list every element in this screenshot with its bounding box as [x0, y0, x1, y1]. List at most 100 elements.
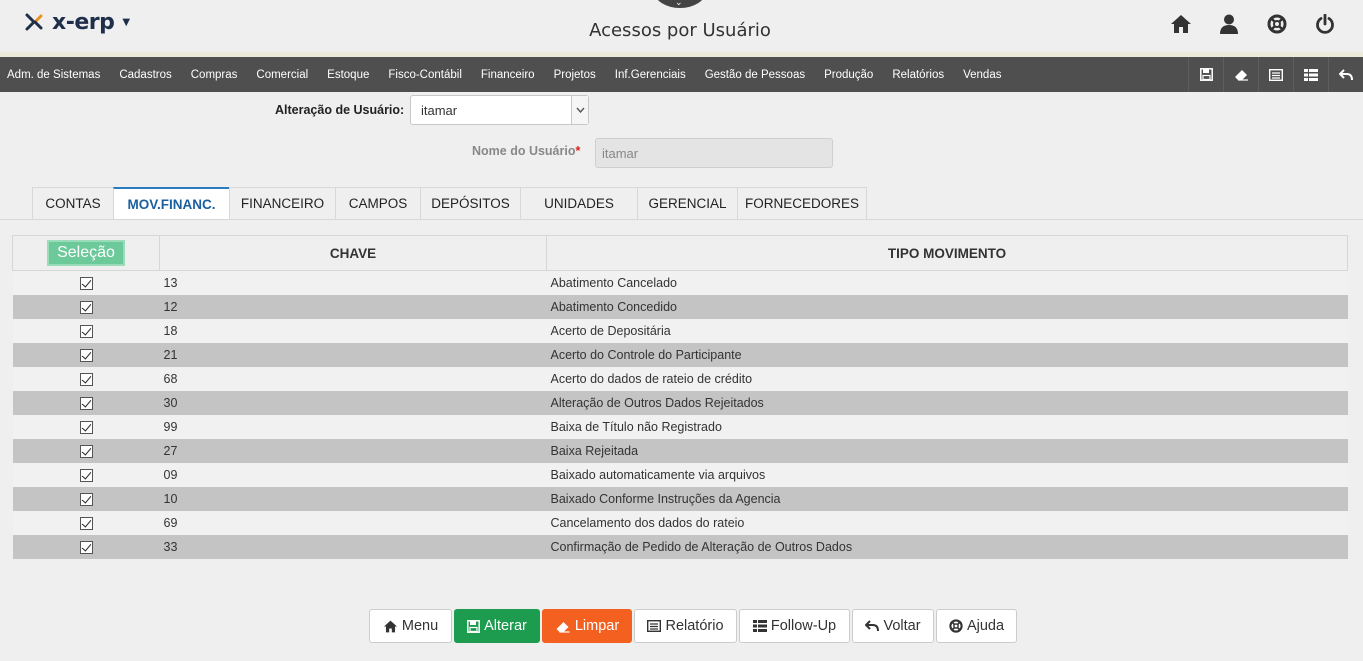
menu-button[interactable]: Menu	[369, 609, 452, 643]
cell-chave: 18	[159, 318, 547, 343]
row-checkbox[interactable]	[79, 492, 93, 506]
tab-unidades[interactable]: UNIDADES	[520, 187, 638, 219]
cell-chave: 69	[159, 510, 547, 535]
cell-chave: 21	[159, 342, 547, 367]
tab-depositos[interactable]: DEPÓSITOS	[420, 187, 521, 219]
row-checkbox[interactable]	[79, 348, 93, 362]
back-icon	[865, 620, 880, 632]
table-row[interactable]: 33 Confirmação de Pedido de Alteração de …	[12, 534, 1348, 559]
menu-item-adm-de-sistemas[interactable]: Adm. de Sistemas	[7, 69, 100, 81]
chevron-down-icon[interactable]: ▼	[122, 17, 130, 28]
cell-chave: 33	[159, 534, 547, 559]
cell-tipo-movimento: Cancelamento dos dados do rateio	[546, 510, 1348, 535]
cell-tipo-movimento: Abatimento Concedido	[546, 294, 1348, 319]
tab-mov-financ[interactable]: MOV.FINANC.	[113, 187, 230, 220]
table-row[interactable]: 09 Baixado automaticamente via arquivos	[12, 462, 1348, 487]
grid-icon[interactable]	[1293, 57, 1328, 92]
row-checkbox[interactable]	[79, 468, 93, 482]
relatorio-button[interactable]: Relatório	[634, 609, 737, 643]
table-row[interactable]: 13 Abatimento Cancelado	[12, 270, 1348, 295]
tab-gerencial[interactable]: GERENCIAL	[637, 187, 738, 219]
cell-chave: 99	[159, 414, 547, 439]
row-select-cell	[12, 462, 160, 487]
eraser-icon[interactable]	[1223, 57, 1258, 92]
table-row[interactable]: 99 Baixa de Título não Registrado	[12, 414, 1348, 439]
followup-button[interactable]: Follow-Up	[739, 609, 850, 643]
row-checkbox[interactable]	[79, 444, 93, 458]
column-header-tipo-movimento[interactable]: TIPO MOVIMENTO	[546, 235, 1348, 271]
row-checkbox[interactable]	[79, 276, 93, 290]
alterar-button[interactable]: Alterar	[454, 609, 540, 643]
row-select-cell	[12, 534, 160, 559]
row-select-cell	[12, 438, 160, 463]
row-checkbox[interactable]	[79, 324, 93, 338]
row-checkbox[interactable]	[79, 540, 93, 554]
ajuda-button[interactable]: Ajuda	[936, 609, 1017, 643]
table-header-row: Seleção CHAVE TIPO MOVIMENTO	[12, 235, 1348, 271]
row-select-cell	[12, 270, 160, 295]
save-icon[interactable]	[1188, 57, 1223, 92]
menu-item-projetos[interactable]: Projetos	[554, 69, 596, 81]
menu-item-estoque[interactable]: Estoque	[327, 69, 369, 81]
action-button-bar: Menu Alterar Limpar Relatório Follow-Up …	[369, 609, 1017, 643]
tab-contas[interactable]: CONTAS	[32, 187, 114, 219]
collapse-header-handle[interactable]: ⌄	[654, 0, 706, 8]
row-checkbox[interactable]	[79, 300, 93, 314]
menu-item-producao[interactable]: Produção	[824, 69, 873, 81]
selection-header: Seleção	[12, 235, 160, 271]
report-icon[interactable]	[1258, 57, 1293, 92]
cell-chave: 13	[159, 270, 547, 295]
menu-toolbar	[1188, 57, 1363, 92]
menu-item-financeiro[interactable]: Financeiro	[481, 69, 535, 81]
voltar-button[interactable]: Voltar	[852, 609, 934, 643]
row-checkbox[interactable]	[79, 396, 93, 410]
user-icon[interactable]	[1217, 12, 1241, 36]
column-header-chave[interactable]: CHAVE	[159, 235, 547, 271]
table-row[interactable]: 18 Acerto de Depositária	[12, 318, 1348, 343]
app-header: x-erp ▼ ⌄ Acessos por Usuário	[0, 0, 1363, 52]
menu-item-cadastros[interactable]: Cadastros	[119, 69, 171, 81]
menu-item-gestao-de-pessoas[interactable]: Gestão de Pessoas	[705, 69, 805, 81]
alteracao-usuario-select[interactable]: itamar	[410, 95, 589, 125]
table-row[interactable]: 69 Cancelamento dos dados do rateio	[12, 510, 1348, 535]
menu-item-comercial[interactable]: Comercial	[256, 69, 308, 81]
app-logo[interactable]: x-erp ▼	[24, 9, 130, 35]
table-row[interactable]: 27 Baixa Rejeitada	[12, 438, 1348, 463]
eraser-icon	[556, 621, 570, 633]
main-menu-bar: Adm. de Sistemas Cadastros Compras Comercia…	[0, 57, 1363, 92]
table-row[interactable]: 21 Acerto do Controle do Participante	[12, 342, 1348, 367]
lifebuoy-icon	[949, 619, 963, 633]
home-icon	[383, 620, 397, 632]
row-checkbox[interactable]	[79, 516, 93, 530]
logo-text: x-erp	[52, 9, 115, 35]
menu-item-compras[interactable]: Compras	[191, 69, 238, 81]
lifebuoy-icon[interactable]	[1265, 12, 1289, 36]
table-row[interactable]: 30 Alteração de Outros Dados Rejeitados	[12, 390, 1348, 415]
back-icon[interactable]	[1328, 57, 1363, 92]
cell-tipo-movimento: Acerto de Depositária	[546, 318, 1348, 343]
row-checkbox[interactable]	[79, 420, 93, 434]
alteracao-usuario-label: Alteração de Usuário:	[275, 103, 405, 117]
cell-chave: 68	[159, 366, 547, 391]
menu-item-vendas[interactable]: Vendas	[963, 69, 1001, 81]
limpar-button-label: Limpar	[574, 618, 620, 634]
page-title: Acessos por Usuário	[589, 20, 771, 41]
row-select-cell	[12, 510, 160, 535]
menu-item-fisco-contabil[interactable]: Fisco-Contábil	[388, 69, 462, 81]
table-row[interactable]: 10 Baixado Conforme Instruções da Agencia	[12, 486, 1348, 511]
table-row[interactable]: 12 Abatimento Concedido	[12, 294, 1348, 319]
home-icon[interactable]	[1169, 12, 1193, 36]
tab-campos[interactable]: CAMPOS	[335, 187, 421, 219]
row-checkbox[interactable]	[79, 372, 93, 386]
selection-button[interactable]: Seleção	[47, 240, 125, 266]
tab-financeiro[interactable]: FINANCEIRO	[229, 187, 336, 219]
menu-item-inf-gerenciais[interactable]: Inf.Gerenciais	[615, 69, 686, 81]
ajuda-button-label: Ajuda	[966, 618, 1005, 634]
tab-fornecedores[interactable]: FORNECEDORES	[737, 187, 867, 219]
power-icon[interactable]	[1313, 12, 1337, 36]
menu-item-relatorios[interactable]: Relatórios	[892, 69, 944, 81]
chevron-down-icon[interactable]	[571, 96, 588, 124]
table-row[interactable]: 68 Acerto do dados de rateio de crédito	[12, 366, 1348, 391]
limpar-button[interactable]: Limpar	[542, 609, 632, 643]
cell-chave: 30	[159, 390, 547, 415]
